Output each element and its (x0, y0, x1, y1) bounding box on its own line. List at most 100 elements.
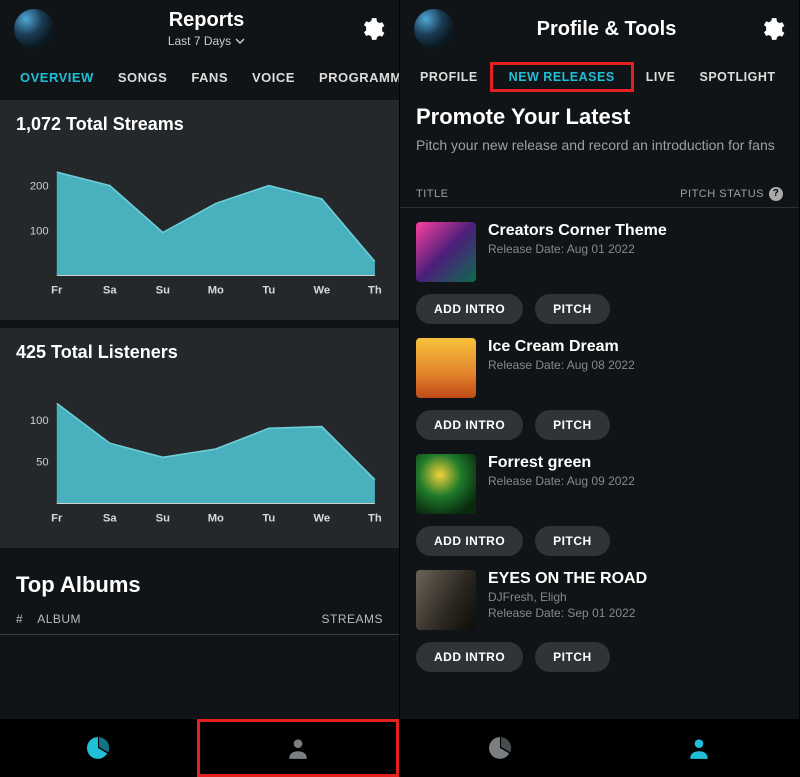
svg-text:Su: Su (156, 512, 170, 524)
svg-text:Fr: Fr (51, 284, 63, 296)
release-title: Ice Cream Dream (488, 338, 783, 356)
profile-tools-screen: Profile & Tools PROFILE NEW RELEASES LIV… (400, 0, 800, 777)
pie-chart-icon (487, 735, 513, 761)
tab-overview[interactable]: OVERVIEW (8, 62, 106, 93)
svg-text:100: 100 (30, 225, 49, 237)
date-range-selector[interactable]: Last 7 Days (168, 34, 245, 48)
album-cover[interactable] (416, 454, 476, 514)
pitch-button[interactable]: PITCH (535, 294, 610, 324)
header: Reports Last 7 Days (0, 0, 399, 58)
col-pitch-status: PITCH STATUS (680, 188, 764, 200)
release-subtitle: Release Date: Aug 08 2022 (488, 358, 783, 372)
tab-songs[interactable]: SONGS (106, 62, 179, 93)
nav-reports[interactable] (0, 719, 197, 777)
person-icon (686, 735, 712, 761)
add-intro-button[interactable]: ADD INTRO (416, 410, 523, 440)
release-item: EYES ON THE ROAD DJFresh, Eligh Release Da… (400, 556, 799, 672)
date-range-label: Last 7 Days (168, 34, 231, 48)
tab-new-releases[interactable]: NEW RELEASES (490, 62, 634, 92)
release-meta: Ice Cream Dream Release Date: Aug 08 2022 (488, 338, 783, 398)
col-num: # (16, 612, 23, 626)
listeners-title: 425 Total Listeners (16, 342, 383, 363)
tab-fans[interactable]: FANS (179, 62, 240, 93)
releases-list: Creators Corner Theme Release Date: Aug 0… (400, 208, 799, 672)
reports-content: 1,072 Total Streams 100 200 Fr Sa Su Mo Tu We Th… (0, 96, 399, 777)
listeners-chart: 50100FrSaSuMoTuWeTh (16, 373, 383, 533)
report-tabs: OVERVIEW SONGS FANS VOICE PROGRAMM (0, 58, 399, 96)
releases-header: TITLE PITCH STATUS ? (400, 169, 799, 208)
gear-icon[interactable] (359, 16, 385, 42)
top-albums-title: Top Albums (16, 572, 383, 598)
album-cover[interactable] (416, 570, 476, 630)
add-intro-button[interactable]: ADD INTRO (416, 642, 523, 672)
release-meta: EYES ON THE ROAD DJFresh, Eligh Release Da… (488, 570, 783, 630)
top-albums-section: Top Albums # ALBUM STREAMS (0, 572, 399, 635)
svg-text:Tu: Tu (262, 284, 275, 296)
col-title: TITLE (416, 188, 448, 200)
svg-text:100: 100 (30, 415, 49, 427)
promo-section: Promote Your Latest Pitch your new relea… (400, 96, 799, 169)
release-subtitle: Release Date: Aug 09 2022 (488, 474, 783, 488)
tab-voice[interactable]: VOICE (240, 62, 307, 93)
add-intro-button[interactable]: ADD INTRO (416, 294, 523, 324)
release-item: Creators Corner Theme Release Date: Aug 0… (400, 208, 799, 324)
release-meta: Forrest greenRelease Date: Aug 09 2022 (488, 454, 783, 514)
header: Profile & Tools (400, 0, 799, 58)
release-date: Release Date: Sep 01 2022 (488, 606, 783, 620)
svg-text:Mo: Mo (208, 512, 224, 524)
release-item: Forrest greenRelease Date: Aug 09 2022 AD… (400, 440, 799, 556)
pitch-button[interactable]: PITCH (535, 642, 610, 672)
streams-title: 1,072 Total Streams (16, 114, 383, 135)
panel-listeners: 425 Total Listeners 50100FrSaSuMoTuWeTh (0, 328, 399, 548)
nav-reports[interactable] (400, 719, 600, 777)
svg-text:Th: Th (368, 512, 382, 524)
svg-text:Mo: Mo (208, 284, 224, 296)
pie-chart-icon (85, 735, 111, 761)
add-intro-button[interactable]: ADD INTRO (416, 526, 523, 556)
svg-text:200: 200 (30, 181, 49, 193)
release-subtitle: Release Date: Aug 01 2022 (488, 242, 783, 256)
nav-profile[interactable] (600, 719, 800, 777)
person-icon (285, 735, 311, 761)
tab-profile[interactable]: PROFILE (408, 62, 490, 92)
svg-text:Th: Th (368, 284, 382, 296)
release-meta: Creators Corner Theme Release Date: Aug 0… (488, 222, 783, 282)
release-title: Creators Corner Theme (488, 222, 783, 240)
svg-text:We: We (314, 284, 331, 296)
gear-icon[interactable] (759, 16, 785, 42)
panel-streams: 1,072 Total Streams 100 200 Fr Sa Su Mo Tu We Th (0, 100, 399, 320)
bottom-nav (0, 719, 399, 777)
page-title: Reports (54, 9, 359, 32)
release-title: EYES ON THE ROAD (488, 570, 783, 588)
tab-live[interactable]: LIVE (634, 62, 688, 92)
avatar[interactable] (414, 9, 454, 49)
avatar[interactable] (14, 9, 54, 49)
info-icon[interactable]: ? (769, 187, 783, 201)
release-item: Ice Cream Dream Release Date: Aug 08 2022… (400, 324, 799, 440)
profile-tabs: PROFILE NEW RELEASES LIVE SPOTLIGHT (400, 58, 799, 96)
svg-text:We: We (314, 512, 331, 524)
tab-spotlight[interactable]: SPOTLIGHT (687, 62, 787, 92)
svg-text:Sa: Sa (103, 512, 117, 524)
pitch-button[interactable]: PITCH (535, 410, 610, 440)
svg-text:Sa: Sa (103, 284, 117, 296)
pitch-button[interactable]: PITCH (535, 526, 610, 556)
col-album: ALBUM (37, 612, 81, 626)
bottom-nav (400, 719, 799, 777)
promo-desc: Pitch your new release and record an int… (416, 136, 783, 155)
nav-profile[interactable] (197, 719, 400, 777)
svg-text:Su: Su (156, 284, 170, 296)
release-subtitle: DJFresh, Eligh (488, 590, 783, 604)
svg-text:Fr: Fr (51, 512, 63, 524)
album-cover[interactable] (416, 338, 476, 398)
promo-title: Promote Your Latest (416, 104, 783, 130)
tab-programming[interactable]: PROGRAMM (307, 62, 399, 93)
svg-text:50: 50 (36, 457, 48, 469)
top-albums-header: # ALBUM STREAMS (0, 612, 399, 635)
page-title: Profile & Tools (454, 18, 759, 41)
chevron-down-icon (235, 36, 245, 46)
reports-screen: Reports Last 7 Days OVERVIEW SONGS FANS … (0, 0, 400, 777)
streams-chart: 100 200 Fr Sa Su Mo Tu We Th (16, 145, 383, 305)
album-cover[interactable] (416, 222, 476, 282)
col-streams: STREAMS (321, 612, 383, 626)
